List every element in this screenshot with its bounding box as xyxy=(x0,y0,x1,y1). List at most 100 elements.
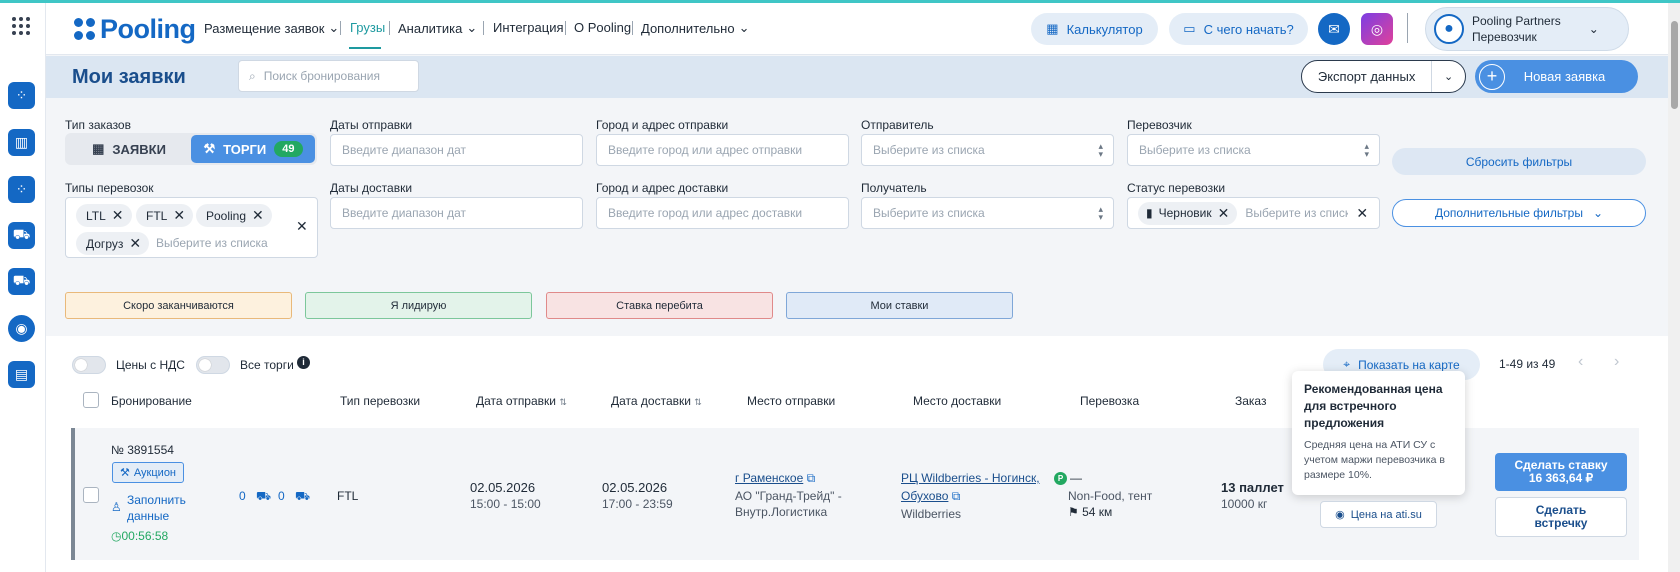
col-origin[interactable]: Место отправки xyxy=(747,394,835,408)
info-icon[interactable]: i xyxy=(297,356,310,369)
carrier-select[interactable]: Выберите из списка ▴ ▾ xyxy=(1127,134,1380,166)
receiver-select[interactable]: Выберите из списка ▴ ▾ xyxy=(861,197,1114,229)
col-order[interactable]: Заказ xyxy=(1235,394,1266,408)
destination-line2[interactable]: Обухово ⧉ xyxy=(901,488,960,504)
fill-data-link[interactable]: Заполнить данные xyxy=(127,492,197,524)
truck-icon: ⛟ xyxy=(256,489,272,503)
row-checkbox[interactable] xyxy=(83,487,99,503)
copy-icon[interactable]: ⧉ xyxy=(952,489,961,503)
user-info: Pooling Partners Перевозчик xyxy=(1472,13,1561,45)
clear-all-icon[interactable]: ✕ xyxy=(1356,205,1368,222)
transport-types-label: Типы перевозок xyxy=(65,181,154,195)
chevron-down-icon: ⌄ xyxy=(466,20,478,35)
sort-arrows-icon: ▴ ▾ xyxy=(1098,204,1103,222)
nav-cargo[interactable]: Грузы xyxy=(350,20,385,35)
nav-label: Дополнительно xyxy=(641,20,735,36)
make-bid-button[interactable]: Сделать ставку 16 363,64 ₽ xyxy=(1495,453,1627,491)
destination-company: Wildberries xyxy=(901,507,962,521)
page-title: Мои заявки xyxy=(72,66,186,88)
close-icon[interactable]: ✕ xyxy=(112,207,124,224)
ati-price-button[interactable]: ◉ Цена на ati.su xyxy=(1320,501,1437,528)
origin-city[interactable]: г Раменское ⧉ xyxy=(735,470,815,486)
quick-filter-ending-soon[interactable]: Скоро заканчиваются xyxy=(65,292,292,319)
destination-input[interactable]: Введите город или адрес доставки xyxy=(596,197,849,229)
messenger-app-icon[interactable]: ◎ xyxy=(1361,13,1393,45)
nav-about[interactable]: О Pooling xyxy=(574,20,631,35)
quick-filter-my-bids[interactable]: Мои ставки xyxy=(786,292,1013,319)
new-request-button[interactable]: + Новая заявка xyxy=(1475,60,1638,93)
reset-filters-button[interactable]: Сбросить фильтры xyxy=(1392,148,1646,175)
counter-offer-button[interactable]: Сделать встречку xyxy=(1495,497,1627,537)
more-filters-label: Дополнительные фильтры xyxy=(1434,206,1583,220)
destination-link-line2[interactable]: Обухово xyxy=(901,489,948,503)
origin-city-link[interactable]: г Раменское xyxy=(735,471,803,485)
scrollbar-thumb[interactable] xyxy=(1671,21,1678,109)
all-auctions-toggle[interactable] xyxy=(196,356,230,374)
delivery-dates-input[interactable]: Введите диапазон дат xyxy=(330,197,583,229)
col-destination[interactable]: Место доставки xyxy=(913,394,1001,408)
col-transport[interactable]: Перевозка xyxy=(1080,394,1139,408)
nav-more[interactable]: Дополнительно ⌄ xyxy=(641,20,749,36)
close-icon[interactable]: ✕ xyxy=(1218,205,1230,222)
status-multiselect[interactable]: ▮ Черновик ✕ Выберите из списка ✕ xyxy=(1127,197,1380,229)
col-dispatch-date[interactable]: Дата отправки ⇅ xyxy=(476,394,567,408)
user-menu[interactable]: ● Pooling Partners Перевозчик ⌄ xyxy=(1425,7,1629,51)
pooling-app-icon[interactable]: ⁘ xyxy=(8,82,35,109)
vat-toggle-label: Цены с НДС xyxy=(116,358,185,372)
chat-icon[interactable]: ✉ xyxy=(1318,13,1350,45)
transport-types-multiselect[interactable]: LTL ✕ FTL ✕ Pooling ✕ Догруз ✕ Выберите из с… xyxy=(65,197,318,258)
bus-icon: ⛟ xyxy=(295,489,311,503)
clear-all-icon[interactable]: ✕ xyxy=(296,218,308,235)
next-page-icon[interactable]: › xyxy=(1614,353,1619,371)
copy-icon[interactable]: ⧉ xyxy=(807,471,816,485)
pagination-text: 1-49 из 49 xyxy=(1499,357,1556,371)
nav-analytics[interactable]: Аналитика ⌄ xyxy=(398,20,477,36)
auctions-option[interactable]: ⚒ ТОРГИ 49 xyxy=(191,135,315,163)
warehouse-app-icon[interactable]: ⛟ xyxy=(8,222,35,249)
prev-page-icon[interactable]: ‹ xyxy=(1578,353,1583,371)
logo-text: Pooling xyxy=(100,13,196,44)
nav-integration[interactable]: Интеграция xyxy=(493,20,564,35)
all-auctions-label: Все торги xyxy=(240,358,294,372)
more-filters-button[interactable]: Дополнительные фильтры ⌄ xyxy=(1392,199,1646,227)
sender-select[interactable]: Выберите из списка ▴ ▾ xyxy=(861,134,1114,166)
dispatch-dates-label: Даты отправки xyxy=(330,118,413,132)
page-scrollbar[interactable] xyxy=(1668,3,1680,572)
chevron-down-icon[interactable]: ⌄ xyxy=(1431,61,1465,92)
pooling-logo[interactable]: Pooling xyxy=(74,13,196,44)
transport-tag-pooling: Pooling ✕ xyxy=(196,204,272,227)
truck-app-icon[interactable]: ⛟ xyxy=(8,268,35,295)
booking-search-input[interactable]: ⌕ Поиск бронирования xyxy=(238,60,419,92)
col-delivery-date[interactable]: Дата доставки ⇅ xyxy=(611,394,702,408)
flag-icon: ⚑ xyxy=(1068,505,1079,519)
distance: ⚑ 54 км xyxy=(1068,504,1112,520)
analytics-app-icon[interactable]: ▥ xyxy=(8,129,35,156)
search-placeholder: Поиск бронирования xyxy=(263,69,380,83)
search-icon: ⌕ xyxy=(249,68,256,83)
close-icon[interactable]: ✕ xyxy=(252,207,264,224)
destination-link[interactable]: РЦ Wildberries - Ногинск, xyxy=(901,471,1040,485)
get-started-button[interactable]: ▭ С чего начать? xyxy=(1169,13,1308,45)
modules-app-icon[interactable]: ⁘ xyxy=(8,176,35,203)
nav-placement[interactable]: Размещение заявок ⌄ xyxy=(204,20,339,36)
col-transport-type[interactable]: Тип перевозки xyxy=(340,394,420,408)
apps-grid-icon[interactable] xyxy=(12,17,30,35)
report-app-icon[interactable]: ▤ xyxy=(8,361,35,388)
partner-app-icon[interactable]: ◉ xyxy=(8,315,35,342)
quick-filter-label: Скоро заканчиваются xyxy=(123,299,234,312)
origin-input[interactable]: Введите город или адрес отправки xyxy=(596,134,849,166)
requests-option[interactable]: ▦ ЗАЯВКИ xyxy=(67,135,191,163)
quick-filter-leading[interactable]: Я лидирую xyxy=(305,292,532,319)
quick-filter-outbid[interactable]: Ставка перебита xyxy=(546,292,773,319)
col-booking[interactable]: Бронирование xyxy=(111,394,192,408)
close-icon[interactable]: ✕ xyxy=(173,207,185,224)
calculator-button[interactable]: ▦ Калькулятор xyxy=(1031,13,1158,45)
select-all-checkbox[interactable] xyxy=(83,392,99,408)
col-label: Дата доставки xyxy=(611,394,691,408)
close-icon[interactable]: ✕ xyxy=(129,235,141,252)
vat-toggle[interactable] xyxy=(72,356,106,374)
destination[interactable]: РЦ Wildberries - Ногинск, xyxy=(901,470,1040,486)
export-data-button[interactable]: Экспорт данных ⌄ xyxy=(1301,60,1466,93)
recommended-price-tooltip: Рекомендованная цена для встречного пред… xyxy=(1292,371,1465,495)
dispatch-dates-input[interactable]: Введите диапазон дат xyxy=(330,134,583,166)
